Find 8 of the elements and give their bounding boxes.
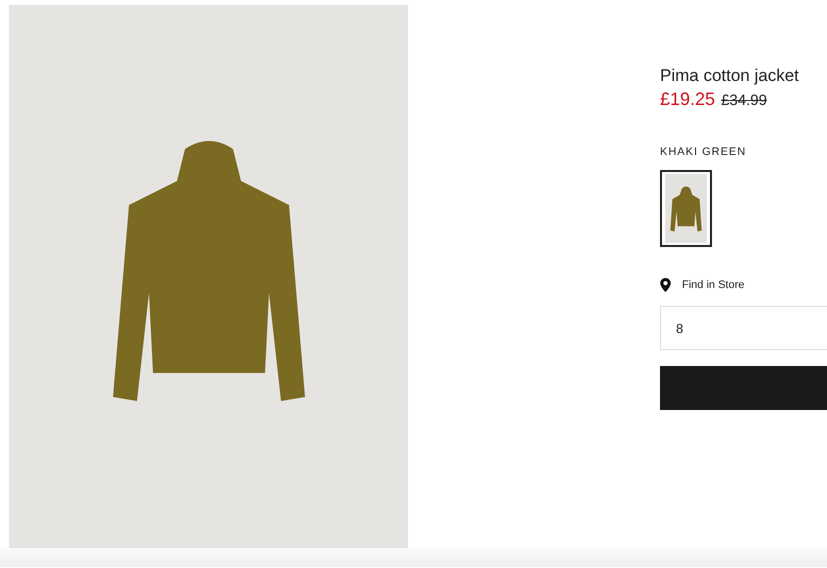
color-name: KHAKI GREEN [660,146,746,158]
original-price: £34.99 [721,92,767,109]
find-in-store-link[interactable]: Find in Store [660,278,744,292]
product-title: Pima cotton jacket [660,66,799,86]
size-field[interactable]: 8 [660,306,827,350]
sale-price: £19.25 [660,89,716,110]
location-pin-icon [660,278,671,292]
color-swatch[interactable] [660,170,712,247]
